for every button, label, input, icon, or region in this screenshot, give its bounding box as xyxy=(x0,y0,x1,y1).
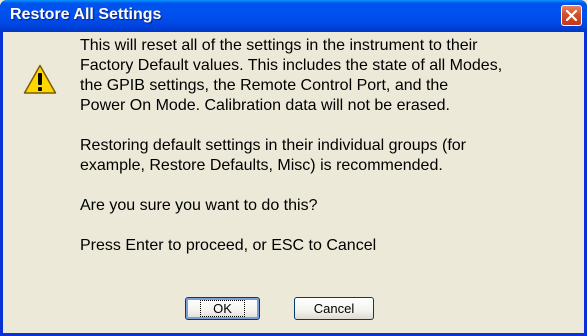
message-line: Restoring default settings in their indi… xyxy=(80,137,466,154)
message-line: the GPIB settings, the Remote Control Po… xyxy=(80,77,449,94)
close-icon xyxy=(566,10,577,21)
message-line: This will reset all of the settings in t… xyxy=(80,37,478,54)
message-line: Power On Mode. Calibration data will not… xyxy=(80,97,450,114)
restore-all-settings-dialog: Restore All Settings This will reset all… xyxy=(0,0,587,336)
dialog-title: Restore All Settings xyxy=(10,6,162,23)
title-bar[interactable]: Restore All Settings xyxy=(0,0,587,32)
warning-icon xyxy=(23,64,57,94)
message-line: Factory Default values. This includes th… xyxy=(80,57,503,74)
cancel-button[interactable]: Cancel xyxy=(294,297,374,320)
confirmation-question: Are you sure you want to do this? xyxy=(80,197,318,214)
message-line: example, Restore Defaults, Misc) is reco… xyxy=(80,157,443,174)
close-button[interactable] xyxy=(561,5,582,26)
instruction-text: Press Enter to proceed, or ESC to Cancel xyxy=(80,237,377,254)
ok-button[interactable]: OK xyxy=(185,297,260,320)
ok-button-label: OK xyxy=(200,300,245,317)
